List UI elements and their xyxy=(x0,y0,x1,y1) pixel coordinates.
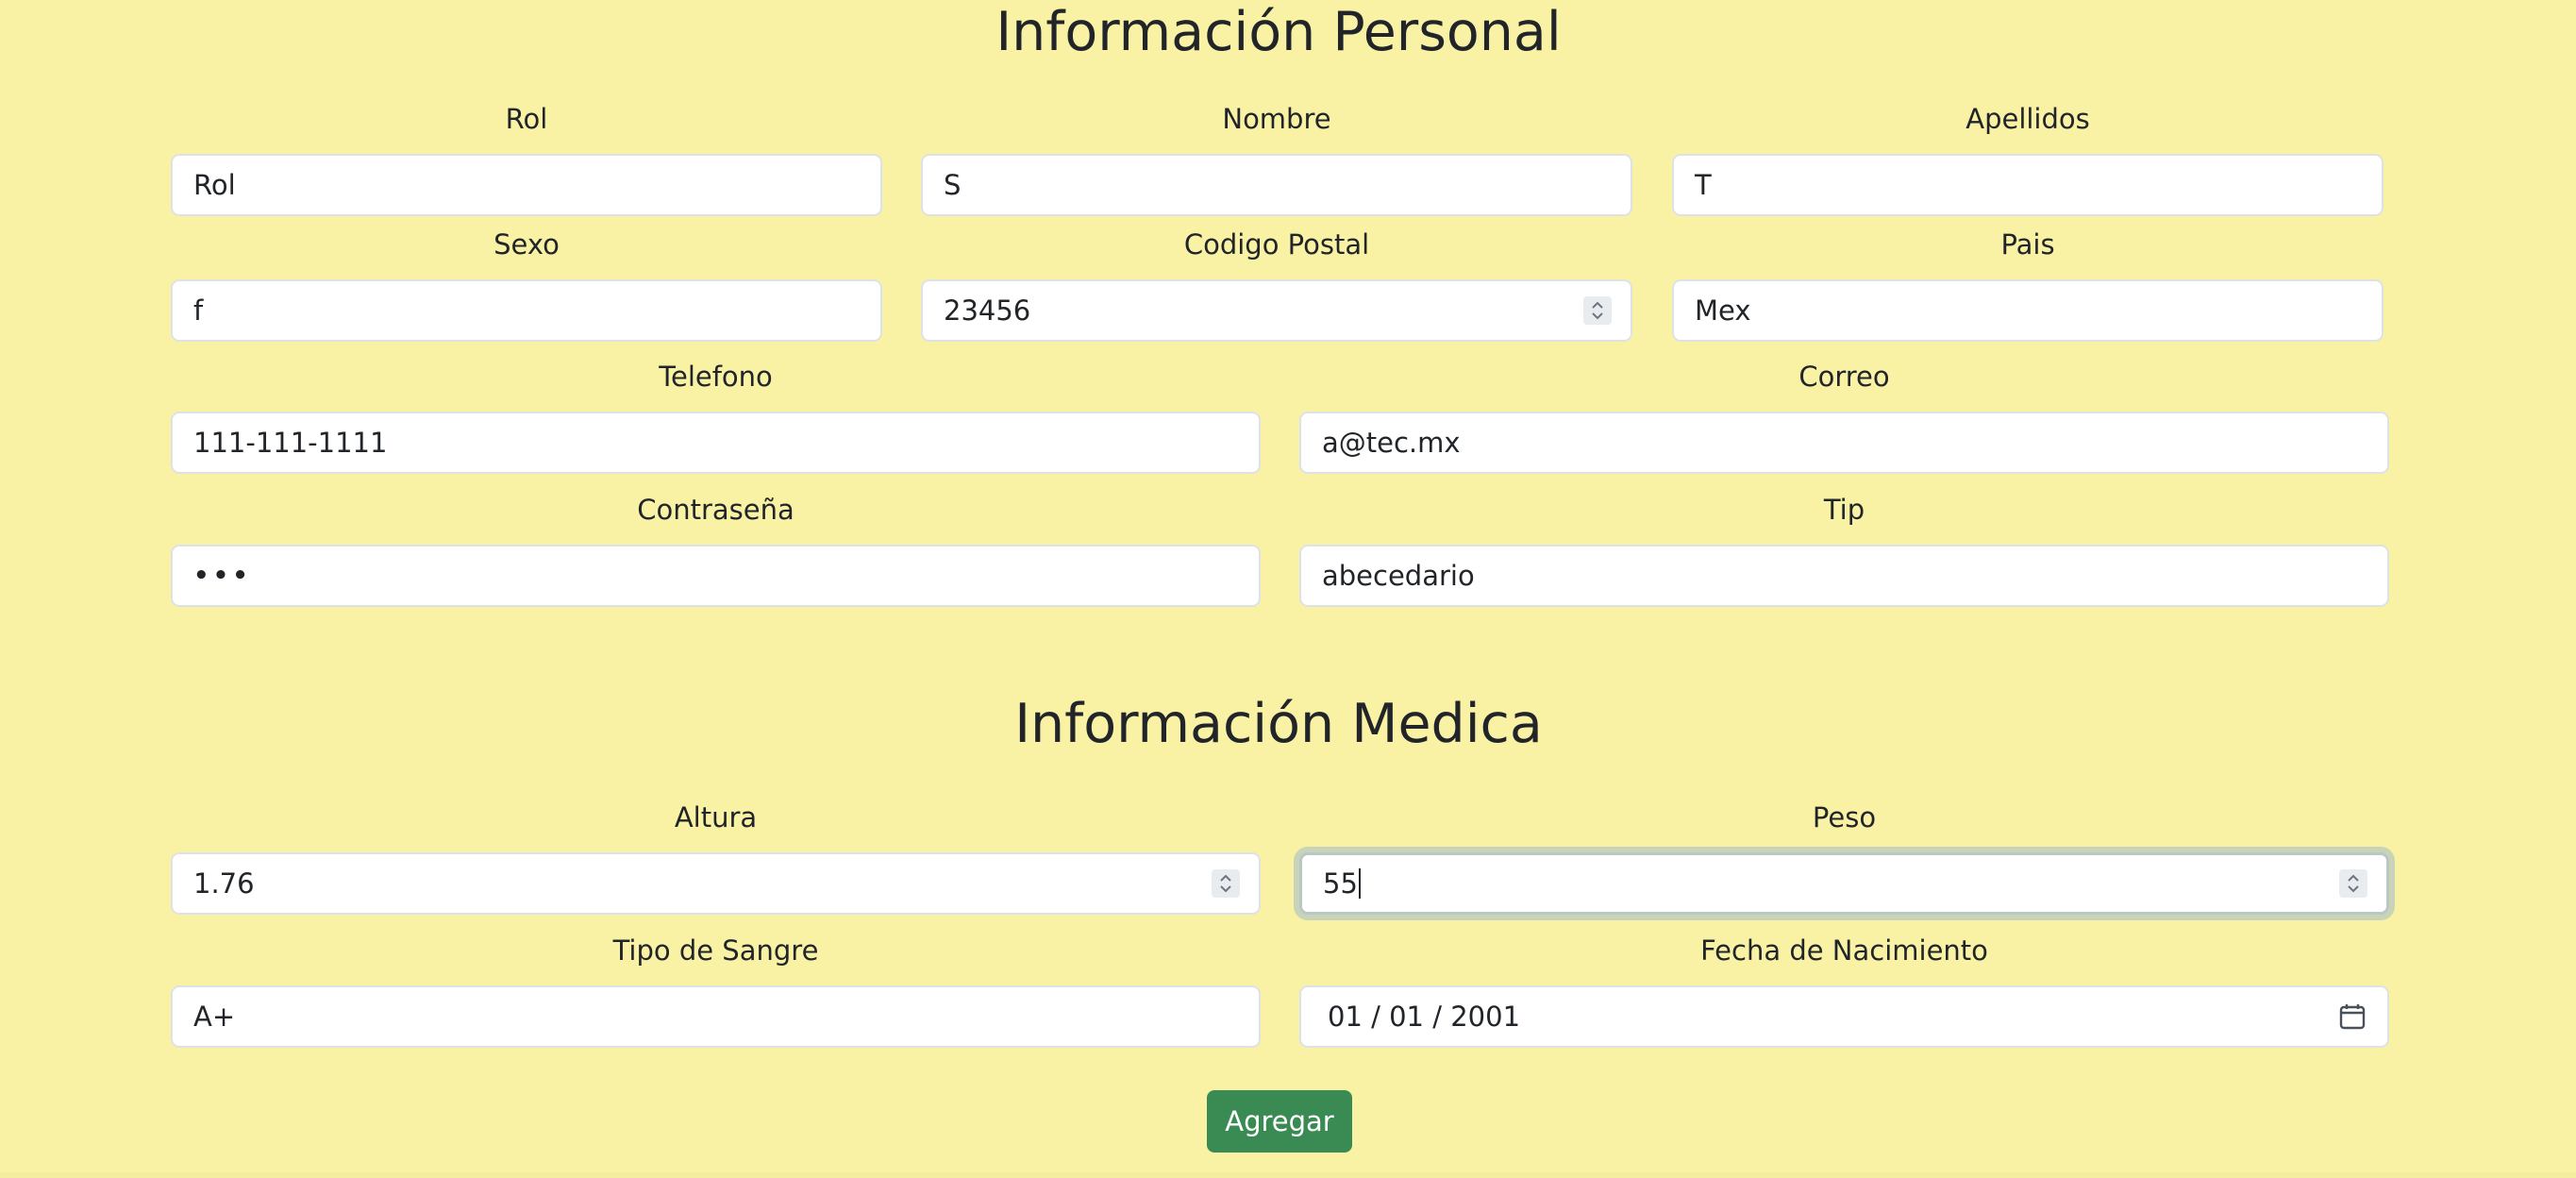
spinner-arrows-icon[interactable] xyxy=(1583,296,1612,325)
apellidos-value: T xyxy=(1695,169,1712,201)
nombre-field: Nombre S xyxy=(921,102,1632,217)
peso-field: Peso 55 xyxy=(1299,800,2389,916)
altura-value: 1.76 xyxy=(193,867,255,900)
telefono-input[interactable]: 111-111-1111 xyxy=(171,412,1261,474)
codigo-postal-label: Codigo Postal xyxy=(1183,228,1370,261)
tip-field: Tip abecedario xyxy=(1299,493,2389,608)
pais-label: Pais xyxy=(2000,228,2055,261)
correo-field: Correo a@tec.mx xyxy=(1299,360,2389,475)
altura-label: Altura xyxy=(674,801,758,833)
pais-field: Pais Mex xyxy=(1672,227,2384,343)
peso-input[interactable]: 55 xyxy=(1299,852,2389,915)
sexo-value: f xyxy=(193,294,204,327)
sexo-label: Sexo xyxy=(493,228,560,261)
rol-label: Rol xyxy=(505,103,548,135)
form-page: Información Personal Rol Rol Nombre S Ap… xyxy=(0,0,2576,1178)
apellidos-input[interactable]: T xyxy=(1672,154,2384,216)
apellidos-field: Apellidos T xyxy=(1672,102,2384,217)
nombre-label: Nombre xyxy=(1222,103,1331,135)
apellidos-label: Apellidos xyxy=(1965,103,2090,135)
tipo-sangre-label: Tipo de Sangre xyxy=(612,934,819,967)
pais-input[interactable]: Mex xyxy=(1672,279,2384,342)
altura-field: Altura 1.76 xyxy=(171,800,1261,916)
tipo-sangre-value: A+ xyxy=(193,1001,236,1033)
contrasena-input[interactable]: ••• xyxy=(171,545,1261,607)
medical-info-title: Información Medica xyxy=(1014,693,1543,755)
correo-input[interactable]: a@tec.mx xyxy=(1299,412,2389,474)
telefono-value: 111-111-1111 xyxy=(193,427,388,459)
text-caret xyxy=(1358,868,1361,899)
spinner-arrows-icon[interactable] xyxy=(2339,869,2367,898)
telefono-label: Telefono xyxy=(659,361,773,393)
codigo-postal-value: 23456 xyxy=(944,294,1031,327)
rol-value: Rol xyxy=(193,169,236,201)
calendar-icon[interactable] xyxy=(2338,1002,2367,1031)
tipo-sangre-input[interactable]: A+ xyxy=(171,985,1261,1048)
pais-value: Mex xyxy=(1695,294,1751,327)
fecha-nacimiento-input[interactable]: 01 / 01 / 2001 xyxy=(1299,985,2389,1048)
contrasena-label: Contraseña xyxy=(637,494,795,526)
fecha-nacimiento-field: Fecha de Nacimiento 01 / 01 / 2001 xyxy=(1299,934,2389,1049)
codigo-postal-field: Codigo Postal 23456 xyxy=(921,227,1632,343)
peso-label: Peso xyxy=(1812,801,1877,833)
tip-input[interactable]: abecedario xyxy=(1299,545,2389,607)
telefono-field: Telefono 111-111-1111 xyxy=(171,360,1261,475)
spinner-arrows-icon[interactable] xyxy=(1212,869,1240,898)
tip-label: Tip xyxy=(1823,494,1865,526)
rol-input[interactable]: Rol xyxy=(171,154,882,216)
peso-value: 55 xyxy=(1323,867,1358,900)
tipo-sangre-field: Tipo de Sangre A+ xyxy=(171,934,1261,1049)
codigo-postal-input[interactable]: 23456 xyxy=(921,279,1632,342)
rol-field: Rol Rol xyxy=(171,102,882,217)
fecha-nacimiento-value: 01 / 01 / 2001 xyxy=(1328,1001,1521,1033)
nombre-input[interactable]: S xyxy=(921,154,1632,216)
correo-value: a@tec.mx xyxy=(1322,427,1461,459)
fecha-nacimiento-label: Fecha de Nacimiento xyxy=(1700,934,1988,967)
sexo-input[interactable]: f xyxy=(171,279,882,342)
altura-input[interactable]: 1.76 xyxy=(171,852,1261,915)
contrasena-field: Contraseña ••• xyxy=(171,493,1261,608)
personal-info-title: Información Personal xyxy=(995,1,1562,63)
correo-label: Correo xyxy=(1798,361,1890,393)
tip-value: abecedario xyxy=(1322,560,1475,592)
sexo-field: Sexo f xyxy=(171,227,882,343)
contrasena-value: ••• xyxy=(193,562,252,590)
agregar-button[interactable]: Agregar xyxy=(1207,1090,1352,1153)
page-bottom-edge xyxy=(0,1172,2576,1178)
nombre-value: S xyxy=(944,169,962,201)
